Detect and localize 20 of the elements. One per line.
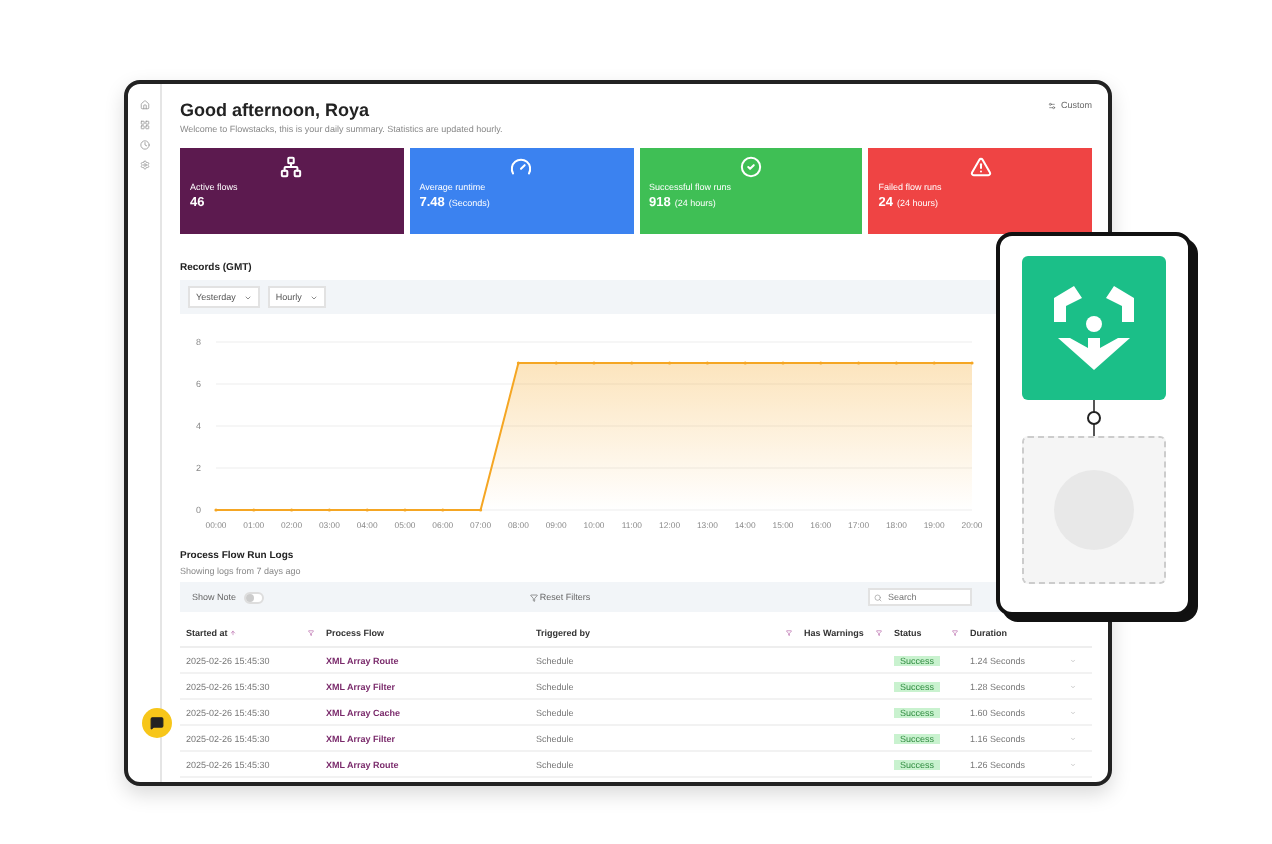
filter-icon[interactable] (308, 630, 314, 636)
filter-icon[interactable] (952, 630, 958, 636)
settings-icon (1048, 101, 1057, 109)
greeting-title: Good afternoon, Roya (180, 100, 371, 120)
gauge-icon (510, 156, 533, 178)
node-tile[interactable] (1022, 256, 1166, 400)
sort-icon[interactable] (229, 630, 236, 636)
filter-icon (529, 593, 538, 601)
settings-icon[interactable] (139, 160, 149, 170)
home-icon[interactable] (139, 100, 149, 110)
check-circle-icon (739, 156, 762, 178)
warning-icon (969, 156, 992, 178)
grid-icon[interactable] (139, 120, 149, 130)
filter-icon[interactable] (876, 630, 882, 636)
toggle-switch[interactable] (244, 591, 265, 603)
hierarchy-icon (280, 156, 303, 178)
clock-icon[interactable] (139, 140, 149, 150)
chat-icon (150, 716, 164, 730)
filter-icon[interactable] (786, 630, 792, 636)
search-icon (874, 593, 882, 601)
